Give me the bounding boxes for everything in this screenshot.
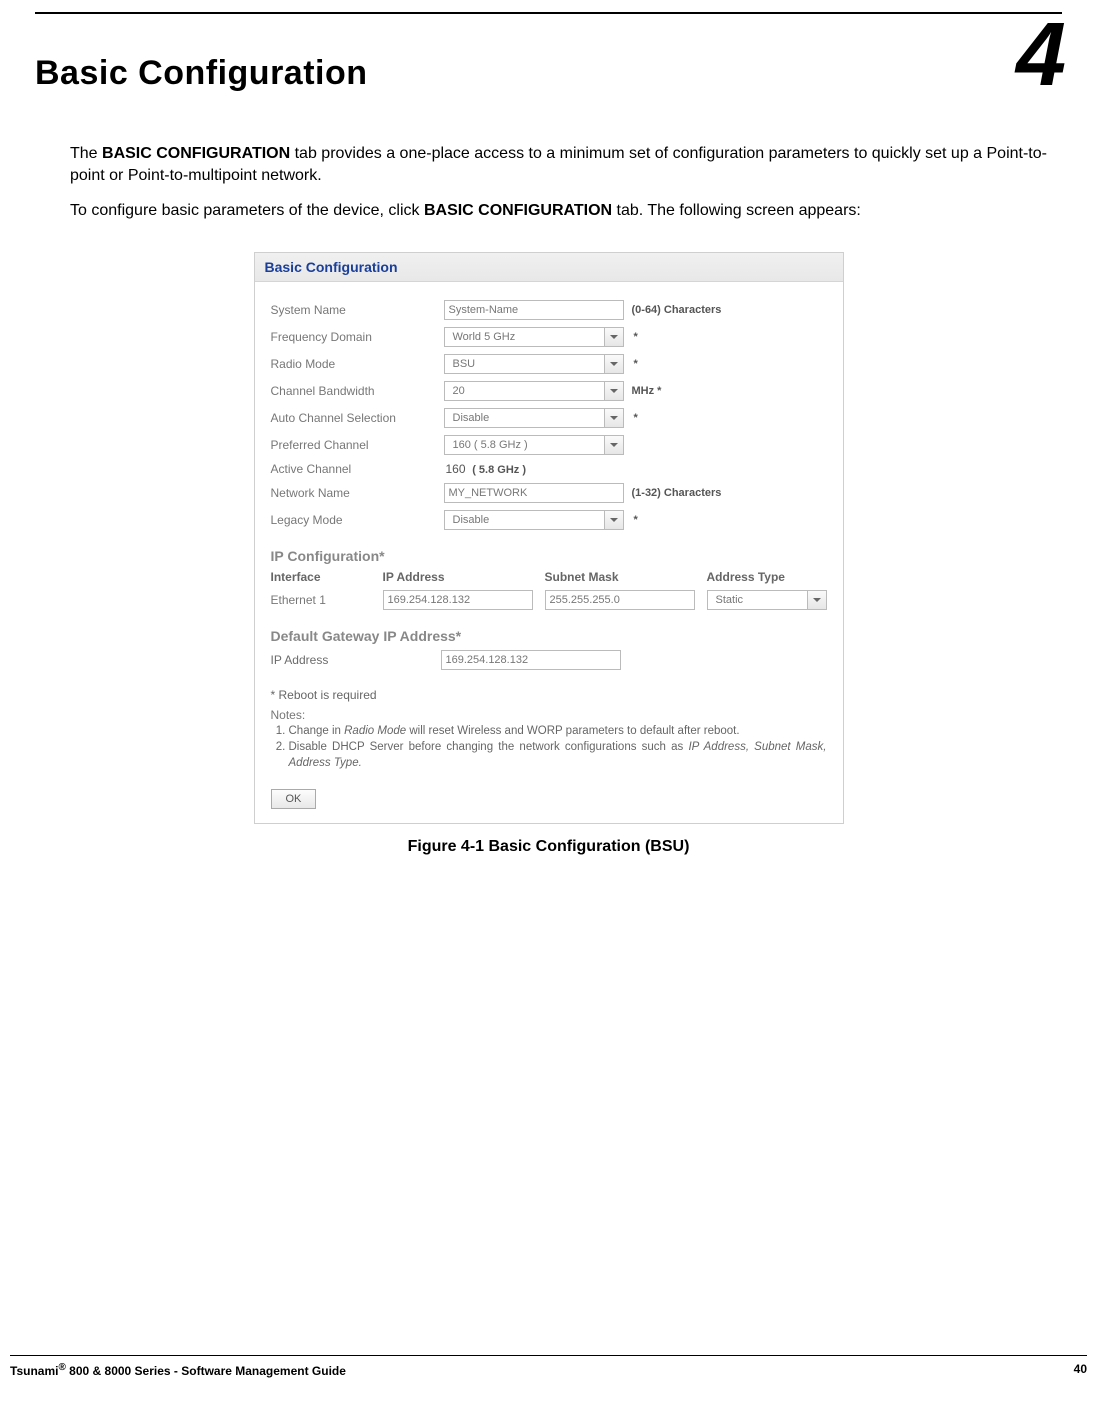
note-1b: will reset Wireless and WORP parameters … [406, 725, 739, 737]
chevron-down-icon [604, 355, 623, 373]
label-freq-domain: Frequency Domain [271, 330, 436, 344]
gw-label: IP Address [271, 653, 431, 667]
radio-mode-value: BSU [449, 355, 604, 373]
note-1: Change in Radio Mode will reset Wireless… [289, 724, 827, 740]
footer-left: Tsunami® 800 & 8000 Series - Software Ma… [10, 1362, 346, 1378]
chan-bw-select[interactable]: 20 [444, 381, 624, 401]
chevron-down-icon [807, 591, 826, 609]
label-chan-bw: Channel Bandwidth [271, 384, 436, 398]
label-legacy: Legacy Mode [271, 513, 436, 527]
auto-chan-select[interactable]: Disable [444, 408, 624, 428]
chapter-number: 4 [1016, 10, 1062, 100]
freq-domain-select[interactable]: World 5 GHz [444, 327, 624, 347]
ip-section-title: IP Configuration* [271, 548, 827, 564]
chevron-down-icon [604, 511, 623, 529]
ip-address-input[interactable]: 169.254.128.132 [383, 590, 533, 610]
note-2: Disable DHCP Server before changing the … [289, 740, 827, 771]
system-name-input[interactable]: System-Name [444, 300, 624, 320]
notes-heading: Notes: [271, 708, 827, 722]
gw-section-title: Default Gateway IP Address* [271, 628, 827, 644]
label-pref-chan: Preferred Channel [271, 438, 436, 452]
chevron-down-icon [604, 436, 623, 454]
figure-caption: Figure 4-1 Basic Configuration (BSU) [254, 838, 844, 856]
legacy-select[interactable]: Disable [444, 510, 624, 530]
hint-net-name: (1-32) Characters [632, 487, 827, 499]
label-auto-chan: Auto Channel Selection [271, 411, 436, 425]
ip-head-mask: Subnet Mask [545, 570, 695, 584]
intro-paragraph-1: The BASIC CONFIGURATION tab provides a o… [70, 143, 1062, 186]
active-chan-num: 160 [446, 462, 466, 476]
chevron-down-icon [604, 409, 623, 427]
subnet-mask-input[interactable]: 255.255.255.0 [545, 590, 695, 610]
hint-legacy: * [632, 514, 827, 526]
chevron-down-icon [604, 328, 623, 346]
hint-system-name: (0-64) Characters [632, 304, 827, 316]
chevron-down-icon [604, 382, 623, 400]
note-1a: Change in [289, 725, 345, 737]
hint-chan-bw: MHz * [632, 385, 827, 397]
footer-tsunami: Tsunami [10, 1364, 58, 1378]
active-chan-value: 160 ( 5.8 GHz ) [444, 462, 624, 476]
label-active-chan: Active Channel [271, 462, 436, 476]
label-system-name: System Name [271, 303, 436, 317]
address-type-value: Static [712, 591, 807, 609]
registered-icon: ® [58, 1362, 65, 1373]
ip-head-address: IP Address [383, 570, 533, 584]
hint-freq-domain: * [632, 331, 827, 343]
ok-button[interactable]: OK [271, 789, 317, 809]
auto-chan-value: Disable [449, 409, 604, 427]
gateway-ip-input[interactable]: 169.254.128.132 [441, 650, 621, 670]
page-title: Basic Configuration [35, 54, 1062, 93]
ip-interface: Ethernet 1 [271, 593, 371, 607]
ip-head-type: Address Type [707, 570, 827, 584]
note-1-ital: Radio Mode [344, 725, 406, 737]
intro-p2-bold: BASIC CONFIGURATION [424, 202, 612, 219]
label-net-name: Network Name [271, 486, 436, 500]
page-number: 40 [1074, 1362, 1087, 1378]
active-chan-paren: ( 5.8 GHz ) [472, 464, 526, 476]
intro-p2-suffix: tab. The following screen appears: [612, 202, 861, 219]
pref-chan-select[interactable]: 160 ( 5.8 GHz ) [444, 435, 624, 455]
note-2a: Disable DHCP Server before changing the … [289, 741, 689, 753]
intro-paragraph-2: To configure basic parameters of the dev… [70, 200, 1062, 222]
footer-title: 800 & 8000 Series - Software Management … [66, 1364, 346, 1378]
chan-bw-value: 20 [449, 382, 604, 400]
hint-radio-mode: * [632, 358, 827, 370]
pref-chan-value: 160 ( 5.8 GHz ) [449, 436, 604, 454]
hint-auto-chan: * [632, 412, 827, 424]
intro-p1-bold: BASIC CONFIGURATION [102, 145, 290, 162]
panel-header: Basic Configuration [255, 253, 843, 282]
label-radio-mode: Radio Mode [271, 357, 436, 371]
config-panel: Basic Configuration System Name System-N… [254, 252, 844, 825]
radio-mode-select[interactable]: BSU [444, 354, 624, 374]
reboot-note: * Reboot is required [271, 688, 827, 702]
ip-head-interface: Interface [271, 570, 371, 584]
freq-domain-value: World 5 GHz [449, 328, 604, 346]
intro-p2-prefix: To configure basic parameters of the dev… [70, 202, 424, 219]
address-type-select[interactable]: Static [707, 590, 827, 610]
intro-p1-prefix: The [70, 145, 102, 162]
legacy-value: Disable [449, 511, 604, 529]
network-name-input[interactable]: MY_NETWORK [444, 483, 624, 503]
